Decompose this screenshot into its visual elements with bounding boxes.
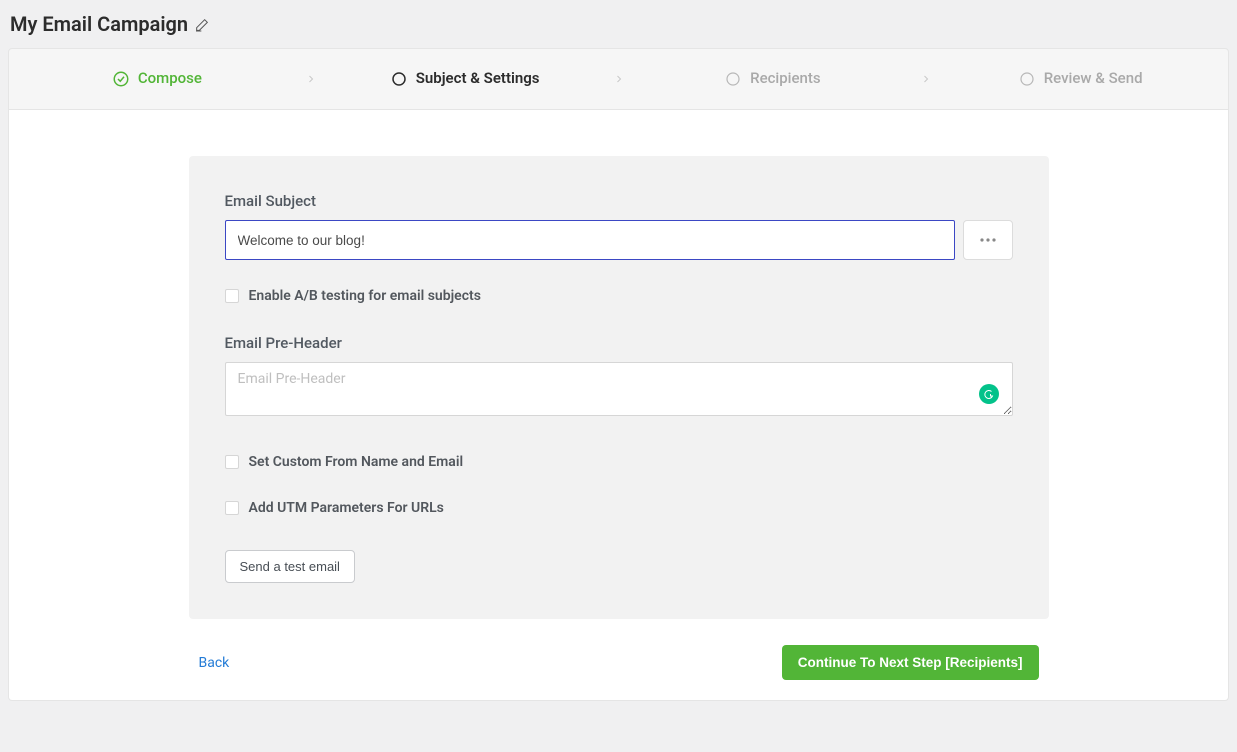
step-label: Recipients bbox=[750, 70, 820, 88]
ab-testing-checkbox-row[interactable]: Enable A/B testing for email subjects bbox=[225, 288, 481, 304]
chevron-right-icon bbox=[920, 73, 932, 85]
circle-icon bbox=[1018, 70, 1036, 88]
chevron-right-icon bbox=[305, 73, 317, 85]
step-compose[interactable]: Compose bbox=[9, 70, 305, 88]
step-label: Review & Send bbox=[1044, 70, 1143, 88]
email-subject-input[interactable] bbox=[225, 220, 955, 260]
step-label: Compose bbox=[138, 70, 202, 88]
send-test-email-button[interactable]: Send a test email bbox=[225, 550, 355, 583]
custom-from-label: Set Custom From Name and Email bbox=[249, 454, 464, 470]
subject-more-button[interactable] bbox=[963, 220, 1013, 260]
ab-testing-label: Enable A/B testing for email subjects bbox=[249, 288, 481, 304]
edit-title-button[interactable] bbox=[194, 17, 210, 33]
utm-checkbox-row[interactable]: Add UTM Parameters For URLs bbox=[225, 500, 444, 516]
stepper: Compose Subject & Settings Recipients Re… bbox=[8, 48, 1229, 110]
step-recipients[interactable]: Recipients bbox=[625, 70, 921, 88]
page-title-row: My Email Campaign bbox=[0, 0, 1237, 48]
settings-panel: Email Subject Enable A/B testing for ema… bbox=[189, 156, 1049, 619]
circle-icon bbox=[390, 70, 408, 88]
email-subject-label: Email Subject bbox=[225, 192, 1013, 210]
pencil-icon bbox=[194, 17, 210, 33]
preheader-label: Email Pre-Header bbox=[225, 334, 1013, 352]
page-title: My Email Campaign bbox=[10, 12, 188, 36]
custom-from-checkbox[interactable] bbox=[225, 455, 239, 469]
ellipsis-icon bbox=[980, 238, 996, 242]
utm-label: Add UTM Parameters For URLs bbox=[249, 500, 444, 516]
circle-icon bbox=[724, 70, 742, 88]
step-subject-settings[interactable]: Subject & Settings bbox=[317, 70, 613, 88]
continue-button[interactable]: Continue To Next Step [Recipients] bbox=[782, 645, 1039, 680]
step-label: Subject & Settings bbox=[416, 70, 540, 88]
chevron-right-icon bbox=[613, 73, 625, 85]
preheader-textarea[interactable] bbox=[225, 362, 1013, 416]
grammarly-icon bbox=[983, 388, 995, 400]
ab-testing-checkbox[interactable] bbox=[225, 289, 239, 303]
custom-from-checkbox-row[interactable]: Set Custom From Name and Email bbox=[225, 454, 464, 470]
check-circle-icon bbox=[112, 70, 130, 88]
utm-checkbox[interactable] bbox=[225, 501, 239, 515]
panel-container: Email Subject Enable A/B testing for ema… bbox=[8, 110, 1229, 701]
step-review-send[interactable]: Review & Send bbox=[932, 70, 1228, 88]
grammarly-badge[interactable] bbox=[979, 384, 999, 404]
back-link[interactable]: Back bbox=[199, 655, 230, 671]
footer-row: Back Continue To Next Step [Recipients] bbox=[189, 645, 1049, 680]
